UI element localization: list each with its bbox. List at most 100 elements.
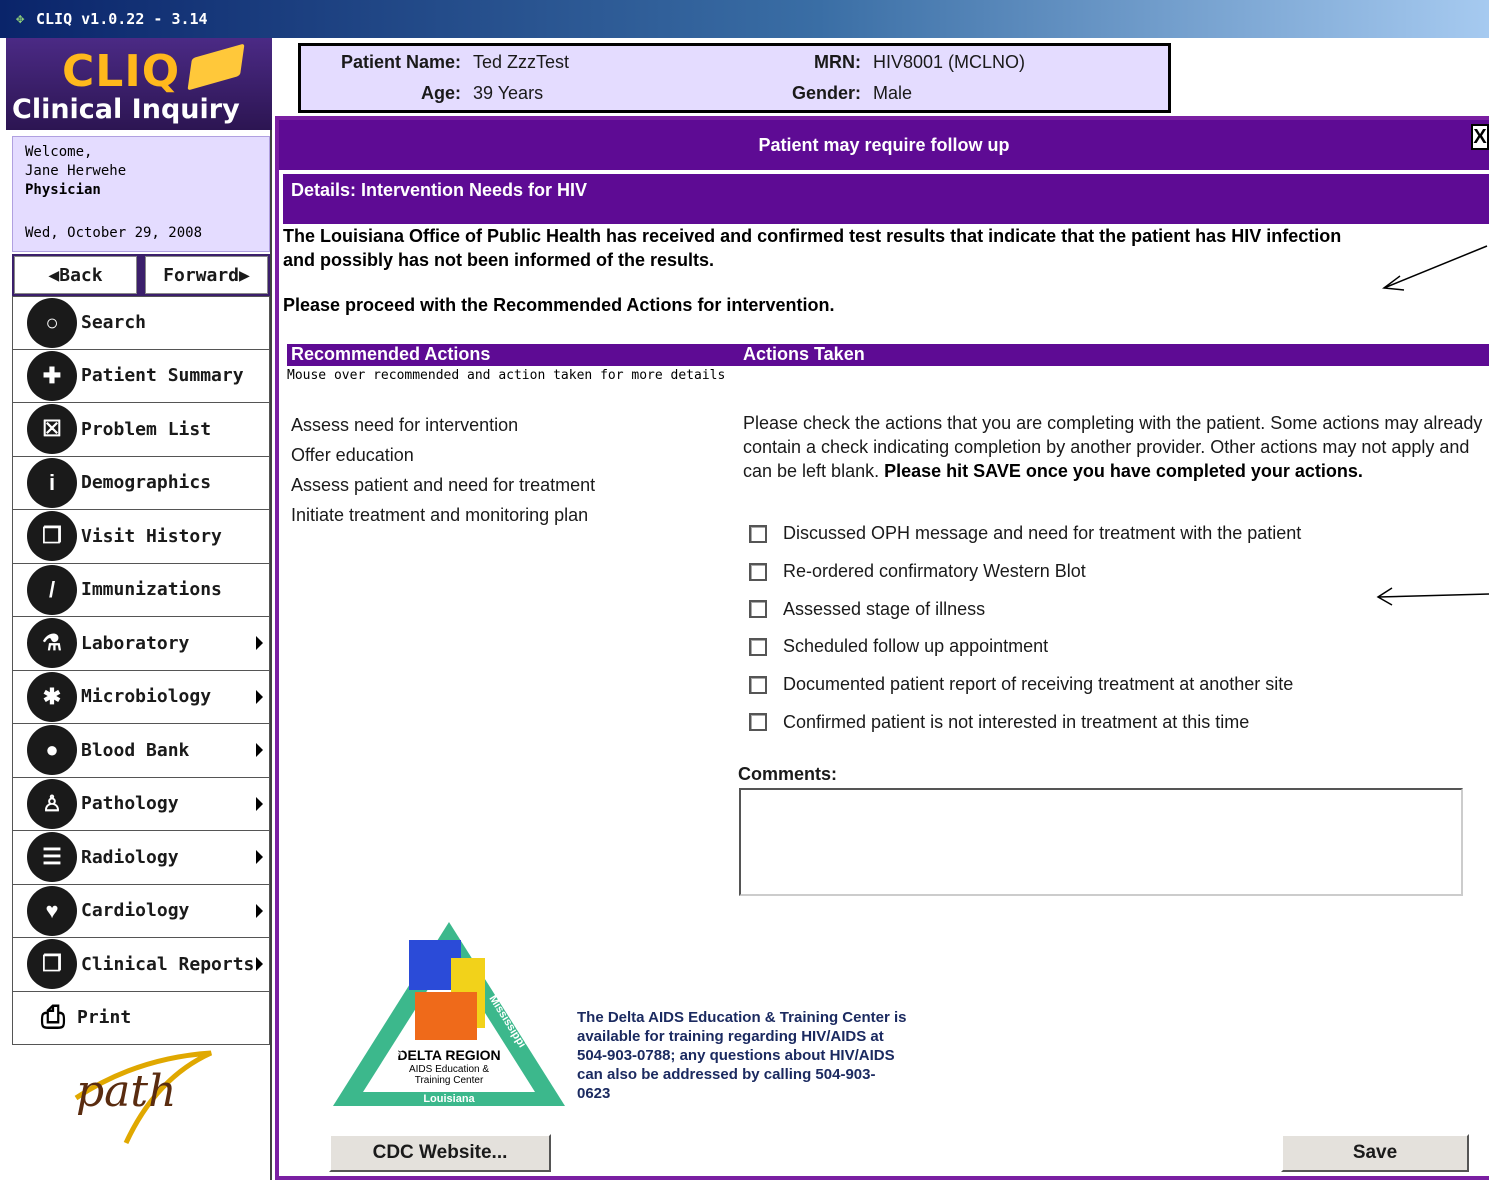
submenu-arrow-icon — [256, 796, 263, 811]
menu-item-patient-summary[interactable]: ✚ Patient Summary — [12, 349, 270, 403]
cdc-website-button[interactable]: CDC Website... — [329, 1134, 551, 1172]
menu-item-problem-list[interactable]: ☒ Problem List — [12, 403, 270, 457]
menu-item-microbiology[interactable]: ✱ Microbiology — [12, 670, 270, 724]
menu-item-radiology[interactable]: ☰ Radiology — [12, 831, 270, 885]
notepad-icon — [187, 43, 245, 91]
menu-item-clinical-reports[interactable]: ❐ Clinical Reports — [12, 938, 270, 992]
back-button[interactable]: ◀ Back — [14, 256, 137, 294]
action-row[interactable]: Scheduled follow up appointment — [749, 628, 1301, 666]
welcome-user: Jane Herwehe — [25, 163, 127, 179]
age-value: 39 Years — [473, 83, 544, 103]
save-button[interactable]: Save — [1281, 1134, 1469, 1172]
delta-logo-line3: Training Center — [415, 1075, 484, 1086]
menu-item-blood-bank[interactable]: ● Blood Bank — [12, 724, 270, 778]
dialog-title: Patient may require follow up — [279, 120, 1489, 170]
recommended-item[interactable]: Initiate treatment and monitoring plan — [291, 500, 595, 530]
menu-item-search[interactable]: ○ Search — [12, 296, 270, 350]
history-nav: ◀ Back Forward ▶ — [12, 254, 270, 296]
microbe-icon: ✱ — [27, 671, 77, 722]
menu-label: Demographics — [81, 472, 212, 494]
menu-item-laboratory[interactable]: ⚗ Laboratory — [12, 617, 270, 671]
menu-label: Pathology — [81, 793, 179, 815]
menu-label: Print — [77, 1007, 132, 1029]
mrn-label: MRN: — [814, 52, 861, 72]
actions-taken-header: Actions Taken — [743, 344, 865, 364]
documents-icon: ❐ — [27, 511, 77, 562]
main-menu: ○ Search ✚ Patient Summary ☒ Problem Lis… — [12, 296, 270, 1045]
submenu-arrow-icon — [256, 903, 263, 918]
mouse-over-note: Mouse over recommended and action taken … — [287, 368, 726, 383]
action-row[interactable]: Discussed OPH message and need for treat… — [749, 515, 1301, 553]
menu-item-immunizations[interactable]: / Immunizations — [12, 563, 270, 617]
recommended-item[interactable]: Assess patient and need for treatment — [291, 470, 595, 500]
delta-aetc-info: The Delta AIDS Education & Training Cent… — [577, 1009, 907, 1102]
menu-label: Search — [81, 312, 147, 334]
menu-item-demographics[interactable]: i Demographics — [12, 456, 270, 510]
action-checkbox[interactable] — [749, 562, 767, 581]
triangle-left-icon: ◀ — [48, 264, 60, 286]
gender-value: Male — [873, 83, 913, 103]
action-checkbox[interactable] — [749, 713, 767, 732]
forward-button[interactable]: Forward ▶ — [145, 256, 268, 294]
action-label: Scheduled follow up appointment — [783, 636, 1049, 657]
window-title: CLIQ v1.0.22 - 3.14 — [36, 10, 208, 28]
close-button[interactable]: X — [1471, 124, 1489, 150]
lab-flask-icon: ⚗ — [27, 618, 77, 669]
welcome-greeting: Welcome, — [25, 144, 93, 160]
triangle-right-icon: ▶ — [239, 264, 250, 286]
action-checkbox[interactable] — [749, 675, 767, 694]
gender-label: Gender: — [791, 83, 861, 103]
welcome-role: Physician — [25, 182, 101, 198]
menu-item-print[interactable]: ⎙ Print — [12, 991, 270, 1045]
action-label: Documented patient report of receiving t… — [783, 674, 1294, 695]
app-icon: ✥ — [16, 11, 25, 27]
patient-header: Patient Name: Ted ZzzTest MRN: HIV8001 (… — [298, 43, 1171, 113]
recommended-item[interactable]: Offer education — [291, 440, 595, 470]
action-checkbox[interactable] — [749, 637, 767, 656]
menu-label: Patient Summary — [81, 365, 244, 387]
menu-label: Visit History — [81, 525, 222, 547]
delta-logo-line1: DELTA REGION — [397, 1047, 500, 1063]
menu-label: Cardiology — [81, 900, 190, 922]
mrn-value: HIV8001 (MCLNO) — [873, 52, 1026, 72]
recommended-item[interactable]: Assess need for intervention — [291, 410, 595, 440]
comments-textarea[interactable] — [739, 788, 1463, 896]
sidebar: CLIQ Clinical Inquiry Welcome, Jane Herw… — [6, 38, 272, 1180]
xray-icon: ☰ — [27, 832, 77, 883]
patient-name: Ted ZzzTest — [473, 52, 570, 72]
action-row[interactable]: Re-ordered confirmatory Western Blot — [749, 553, 1301, 591]
intro-line-1: The Louisiana Office of Public Health ha… — [283, 226, 1342, 246]
reports-icon: ❐ — [27, 939, 77, 990]
menu-item-cardiology[interactable]: ♥ Cardiology — [12, 884, 270, 938]
menu-label: Radiology — [81, 846, 179, 868]
actions-checklist: Discussed OPH message and need for treat… — [749, 515, 1301, 741]
menu-item-visit-history[interactable]: ❐ Visit History — [12, 510, 270, 564]
submenu-arrow-icon — [256, 689, 263, 704]
menu-label: Immunizations — [81, 579, 222, 601]
comments-label: Comments: — [738, 764, 838, 784]
action-label: Assessed stage of illness — [783, 598, 986, 619]
cliq-logo: CLIQ Clinical Inquiry — [6, 38, 272, 130]
menu-label: Blood Bank — [81, 739, 190, 761]
annotation-arrow-icon — [1382, 245, 1488, 291]
forward-label: Forward — [163, 264, 239, 286]
actions-section-header: Recommended Actions Actions Taken — [287, 344, 1489, 366]
back-label: Back — [59, 264, 103, 286]
actions-instructions: Please check the actions that you are co… — [743, 411, 1483, 483]
followup-dialog: Patient may require follow up X Details:… — [275, 116, 1489, 1180]
menu-label: Clinical Reports — [81, 953, 255, 975]
intro-line-2: and possibly has not been informed of th… — [283, 250, 715, 270]
action-row[interactable]: Confirmed patient is not interested in t… — [749, 703, 1301, 741]
action-row[interactable]: Assessed stage of illness — [749, 590, 1301, 628]
delta-logo-bottom: Louisiana — [423, 1093, 475, 1105]
action-checkbox[interactable] — [749, 600, 767, 619]
recommended-actions-list: Assess need for intervention Offer educa… — [291, 410, 595, 530]
welcome-panel: Welcome, Jane Herwehe Physician Wed, Oct… — [12, 136, 270, 252]
action-label: Confirmed patient is not interested in t… — [783, 711, 1250, 732]
action-checkbox[interactable] — [749, 524, 767, 543]
delta-logo-line2: AIDS Education & — [409, 1064, 489, 1075]
action-row[interactable]: Documented patient report of receiving t… — [749, 666, 1301, 704]
intro-message: The Louisiana Office of Public Health ha… — [283, 224, 1393, 272]
menu-item-pathology[interactable]: ♙ Pathology — [12, 777, 270, 831]
logo-brand: CLIQ — [62, 46, 181, 97]
